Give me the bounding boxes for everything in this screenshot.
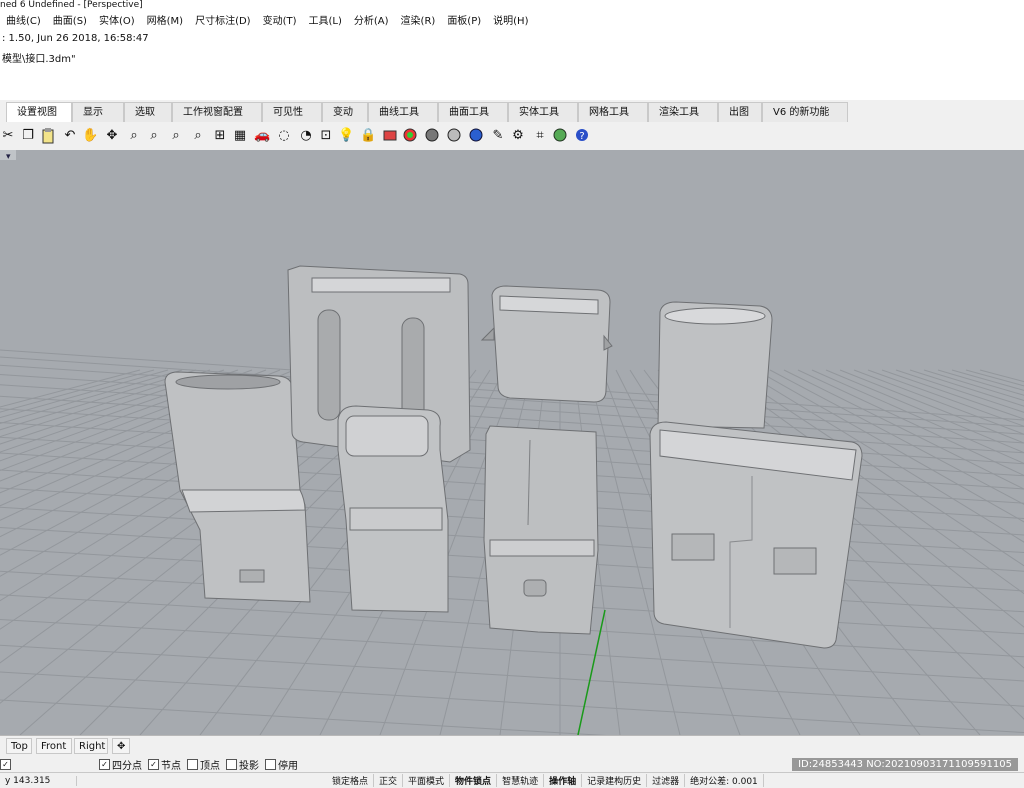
render-icon[interactable]: ⌗ [532, 128, 548, 144]
menu-solid[interactable]: 实体(O) [93, 12, 141, 27]
tab-curve-tools[interactable]: 曲线工具 [368, 102, 438, 122]
osnap-quadrant[interactable]: ✓ 四分点 [99, 757, 142, 772]
status-grid-snap[interactable]: 锁定格点 [327, 774, 375, 787]
tab-v6-new[interactable]: V6 的新功能 [762, 102, 848, 122]
cut-icon[interactable]: ✂ [0, 128, 16, 144]
svg-text:▾: ▾ [6, 152, 11, 162]
help-icon[interactable]: ? [574, 128, 590, 144]
tab-transform[interactable]: 变动 [322, 102, 368, 122]
menu-help[interactable]: 说明(H) [487, 12, 534, 27]
tab-top-view[interactable]: Top [6, 738, 32, 754]
checkbox-icon: ✓ [148, 758, 159, 770]
osnap-knot[interactable]: ✓ 节点 [148, 757, 181, 772]
zoom-selected-icon[interactable]: ⌕ [190, 128, 206, 144]
command-history-line: 模型\接口.3dm" [2, 54, 76, 65]
menu-transform[interactable]: 变动(T) [257, 12, 303, 27]
material-sphere-icon[interactable] [446, 128, 462, 144]
tab-set-view[interactable]: 设置视图 [6, 102, 72, 122]
zoom-window-icon[interactable]: ⌕ [146, 128, 162, 144]
viewport-canvas[interactable]: ▾ [0, 150, 1024, 735]
grid-icon[interactable]: ▦ [232, 128, 248, 144]
tab-solid-tools[interactable]: 实体工具 [508, 102, 578, 122]
tab-render-tools[interactable]: 渲染工具 [648, 102, 718, 122]
menu-mesh[interactable]: 网格(M) [141, 12, 189, 27]
command-history[interactable]: : 1.50, Jun 26 2018, 16:58:47 模型\接口.3dm" [0, 28, 1024, 81]
color-wheel-icon[interactable] [402, 128, 418, 144]
command-prompt[interactable] [0, 80, 1024, 100]
gear-icon[interactable]: ⚙ [510, 128, 526, 144]
add-viewport-icon[interactable]: ✥ [112, 738, 130, 754]
plugin-icon[interactable] [552, 128, 568, 144]
menu-curve[interactable]: 曲线(C) [0, 12, 47, 27]
paste-icon[interactable] [40, 128, 56, 144]
window-title: ned 6 Undefined - [Perspective] [0, 0, 1024, 10]
command-history-line: : 1.50, Jun 26 2018, 16:58:47 [2, 33, 149, 44]
zoom-icon[interactable]: ⌕ [126, 128, 142, 144]
tab-select[interactable]: 选取 [124, 102, 172, 122]
watermark: ID:24853443 NO:20210903171109591105 [792, 758, 1018, 771]
osnap-disable[interactable]: 停用 [265, 757, 298, 772]
lock-icon[interactable]: 🔒 [360, 128, 376, 144]
viewport-layout-icon[interactable]: ⊞ [212, 128, 228, 144]
menu-bar: 曲线(C) 曲面(S) 实体(O) 网格(M) 尺寸标注(D) 变动(T) 工具… [0, 10, 1024, 28]
tab-layout[interactable]: 出图 [718, 102, 762, 122]
menu-analyze[interactable]: 分析(A) [348, 12, 395, 27]
status-osnap[interactable]: 物件锁点 [450, 774, 498, 787]
viewport-tabs: Top Front Right ✥ [0, 735, 1024, 756]
checkbox-icon [226, 758, 237, 770]
status-ortho[interactable]: 正交 [374, 774, 404, 787]
light-icon[interactable]: 💡 [338, 128, 354, 144]
properties-icon[interactable] [382, 128, 398, 144]
lightning-connector [337, 405, 449, 613]
usb-a-connector-large [649, 421, 863, 649]
status-tolerance: 绝对公差: 0.001 [685, 774, 764, 787]
tab-mesh-tools[interactable]: 网格工具 [578, 102, 648, 122]
rotate-icon[interactable]: ✥ [104, 128, 120, 144]
menu-surface[interactable]: 曲面(S) [47, 12, 93, 27]
standard-toolbar: ✂ ❐ ↶ ✋ ✥ ⌕ ⌕ ⌕ ⌕ ⊞ ▦ 🚗 ◌ ◔ ⊡ 💡 🔒 ✎ ⚙ ⌗ … [0, 124, 1024, 151]
usb-c-connector-right [657, 301, 773, 429]
menu-render[interactable]: 渲染(R) [395, 12, 442, 27]
undo-icon[interactable]: ↶ [62, 128, 78, 144]
menu-panels[interactable]: 面板(P) [441, 12, 487, 27]
checkbox-icon [187, 758, 198, 770]
status-gumball[interactable]: 操作轴 [544, 774, 583, 787]
toolbar-tabs: 设置视图 显示 选取 工作视窗配置 可见性 变动 曲线工具 曲面工具 实体工具 … [0, 100, 1024, 125]
zoom-extents-icon[interactable]: ⌕ [168, 128, 184, 144]
tab-surface-tools[interactable]: 曲面工具 [438, 102, 508, 122]
checkbox-icon [265, 758, 276, 770]
osnap-first[interactable]: ✓ [0, 758, 13, 770]
coordinate-readout: y 143.315 [0, 775, 77, 786]
checkbox-icon: ✓ [0, 758, 11, 770]
tab-right-view[interactable]: Right [74, 738, 108, 754]
snap-icon[interactable]: ◌ [276, 128, 292, 144]
status-filter[interactable]: 过滤器 [647, 774, 686, 787]
tab-visibility[interactable]: 可见性 [262, 102, 322, 122]
pan-icon[interactable]: ✋ [82, 128, 98, 144]
usb-c-connector-top [480, 285, 613, 403]
layer-icon[interactable]: ◔ [298, 128, 314, 144]
copy-icon[interactable]: ❐ [20, 128, 36, 144]
render-sphere-icon[interactable] [424, 128, 440, 144]
tab-viewport-layout[interactable]: 工作视窗配置 [172, 102, 262, 122]
status-smarttrack[interactable]: 智慧轨迹 [497, 774, 545, 787]
osnap-project[interactable]: 投影 [226, 757, 259, 772]
globe-icon[interactable] [468, 128, 484, 144]
menu-tools[interactable]: 工具(L) [303, 12, 348, 27]
tab-display[interactable]: 显示 [72, 102, 124, 122]
tab-front-view[interactable]: Front [36, 738, 72, 754]
menu-dimension[interactable]: 尺寸标注(D) [189, 12, 257, 27]
car-icon[interactable]: 🚗 [254, 128, 270, 144]
status-bar: y 143.315 锁定格点 正交 平面模式 物件锁点 智慧轨迹 操作轴 记录建… [0, 772, 1024, 788]
status-history[interactable]: 记录建构历史 [582, 774, 648, 787]
checkbox-icon: ✓ [99, 758, 110, 770]
perspective-viewport[interactable]: ▾ [0, 150, 1024, 735]
micro-usb-connector [483, 425, 599, 635]
paint-icon[interactable]: ✎ [490, 128, 506, 144]
osnap-vertex[interactable]: 顶点 [187, 757, 220, 772]
status-planar[interactable]: 平面模式 [403, 774, 451, 787]
svg-text:?: ? [579, 131, 584, 142]
transform-icon[interactable]: ⊡ [318, 128, 334, 144]
